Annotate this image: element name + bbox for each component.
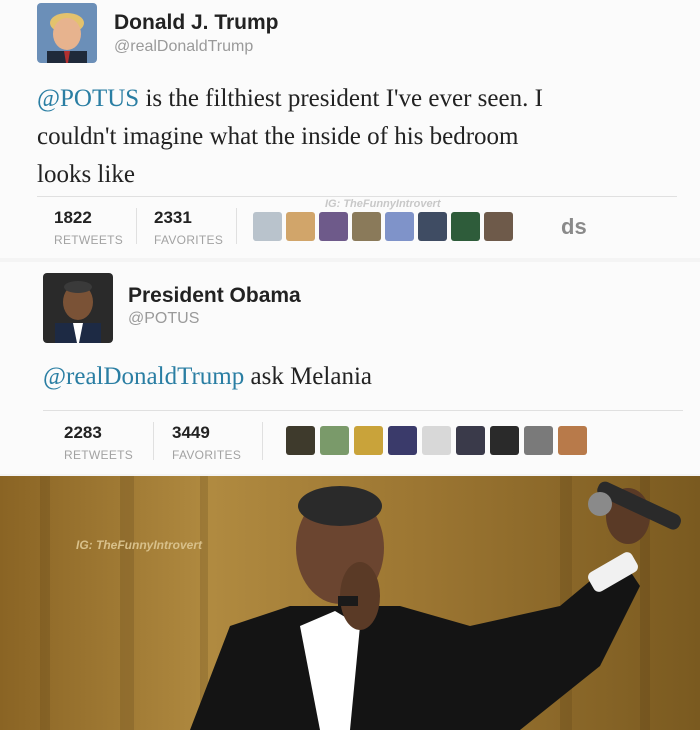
- favoriter-avatar[interactable]: [320, 426, 349, 455]
- tweet-card-obama: President Obama @POTUS @realDonaldTrump …: [0, 262, 700, 474]
- tweet-text-line2: couldn't imagine what the inside of his …: [37, 123, 519, 150]
- favoriter-avatar[interactable]: [456, 426, 485, 455]
- stats-divider-top: [43, 410, 683, 411]
- tweet-text-line1: is the filthiest president I've ever see…: [139, 85, 543, 112]
- author-handle[interactable]: @realDonaldTrump: [114, 38, 253, 56]
- stats-divider: [262, 422, 263, 460]
- tweet-text-rest: ask Melania: [244, 363, 372, 390]
- favorite-label: FAVORITES: [154, 233, 224, 247]
- favoriter-avatar[interactable]: [451, 212, 480, 241]
- trump-avatar[interactable]: [37, 3, 97, 63]
- stats-divider-top: [37, 196, 677, 197]
- favorited-by-avatars: [286, 426, 587, 455]
- favoriter-avatar[interactable]: [422, 426, 451, 455]
- retweet-count[interactable]: 2283: [64, 423, 102, 443]
- favoriter-avatar[interactable]: [558, 426, 587, 455]
- favoriter-avatar[interactable]: [354, 426, 383, 455]
- favoriter-avatar[interactable]: [253, 212, 282, 241]
- favoriter-avatar[interactable]: [490, 426, 519, 455]
- retweet-label: RETWEETS: [54, 233, 124, 247]
- favoriter-avatar[interactable]: [418, 212, 447, 241]
- retweet-count[interactable]: 1822: [54, 208, 92, 228]
- favoriter-avatar[interactable]: [385, 212, 414, 241]
- favorited-by-avatars: [253, 212, 513, 241]
- tweet-text-line3: looks like: [37, 161, 135, 188]
- favoriter-avatar[interactable]: [286, 426, 315, 455]
- stats-divider: [236, 208, 237, 244]
- tweet-text: @POTUS is the filthiest president I've e…: [37, 80, 677, 194]
- favorite-label: FAVORITES: [172, 448, 242, 462]
- stats-divider: [136, 208, 137, 244]
- stats-divider: [153, 422, 154, 460]
- favoriter-avatar[interactable]: [319, 212, 348, 241]
- photo-watermark: IG: TheFunnyIntrovert: [76, 538, 202, 552]
- favoriter-avatar[interactable]: [352, 212, 381, 241]
- retweet-label: RETWEETS: [64, 448, 134, 462]
- favoriter-avatar[interactable]: [484, 212, 513, 241]
- mention-link[interactable]: @realDonaldTrump: [43, 363, 244, 390]
- favorite-count[interactable]: 3449: [172, 423, 210, 443]
- tweet-text: @realDonaldTrump ask Melania: [43, 363, 683, 391]
- author-handle[interactable]: @POTUS: [128, 310, 199, 328]
- obama-mic-drop-photo: IG: TheFunnyIntrovert: [0, 476, 700, 730]
- favoriter-avatar[interactable]: [524, 426, 553, 455]
- author-name[interactable]: President Obama: [128, 284, 301, 308]
- favoriter-avatar[interactable]: [286, 212, 315, 241]
- tweet-card-trump: Donald J. Trump @realDonaldTrump @POTUS …: [0, 0, 700, 258]
- mention-link[interactable]: @POTUS: [37, 85, 139, 112]
- favoriter-avatar[interactable]: [388, 426, 417, 455]
- more-text: ds: [561, 214, 587, 239]
- author-name[interactable]: Donald J. Trump: [114, 11, 279, 35]
- favorite-count[interactable]: 2331: [154, 208, 192, 228]
- watermark: IG: TheFunnyIntrovert: [325, 198, 441, 210]
- obama-avatar[interactable]: [43, 273, 113, 343]
